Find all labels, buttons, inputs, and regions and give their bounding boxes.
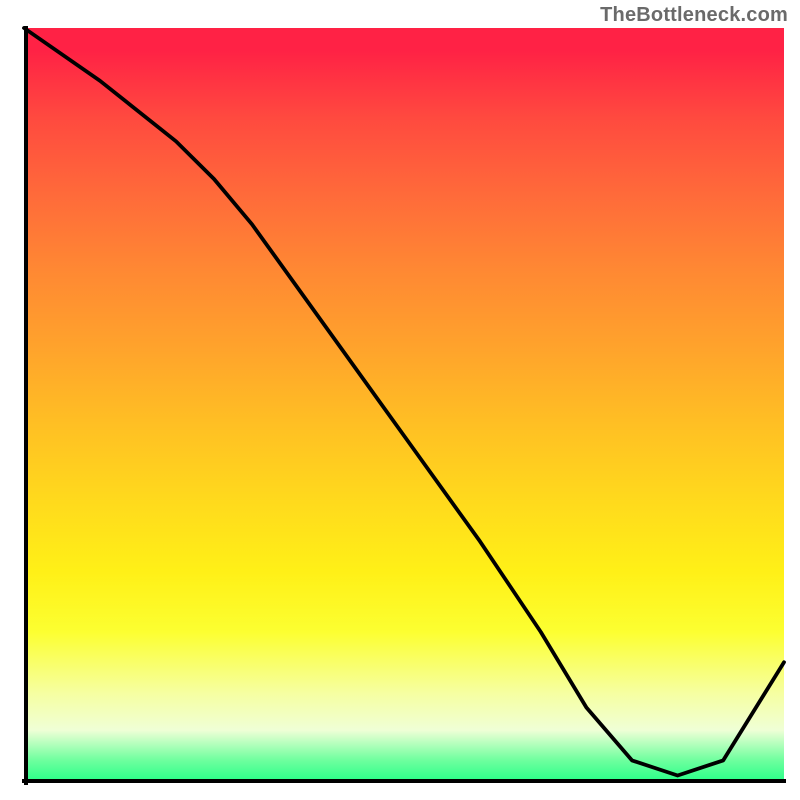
chart-plot-area bbox=[24, 28, 784, 783]
y-axis-line bbox=[24, 26, 28, 785]
watermark-label: TheBottleneck.com bbox=[600, 4, 788, 27]
chart-overlay-svg bbox=[24, 28, 784, 783]
bottleneck-curve-line bbox=[24, 28, 784, 776]
x-axis-line bbox=[22, 779, 786, 783]
